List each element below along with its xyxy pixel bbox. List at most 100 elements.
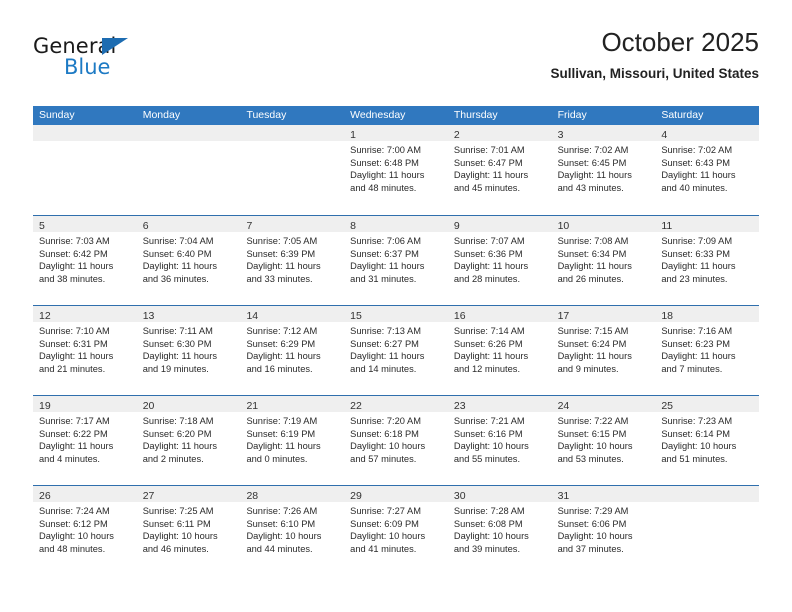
daylight-text: Daylight: 11 hours and 19 minutes. xyxy=(142,351,217,374)
day-number-band: 17 xyxy=(551,306,656,322)
day-number-band: 7 xyxy=(240,216,345,232)
day-cell[interactable]: 1 Sunrise: 7:00 AM Sunset: 6:48 PM Daylight… xyxy=(344,125,448,215)
weekday-header-sunday: Sunday xyxy=(39,109,75,121)
day-number-band: 26 xyxy=(33,486,137,502)
day-number: 22 xyxy=(350,400,362,412)
day-details: Sunrise: 7:06 AM Sunset: 6:37 PM Daylight:… xyxy=(344,232,448,285)
day-number: 11 xyxy=(661,220,673,232)
day-details: Sunrise: 7:24 AM Sunset: 6:12 PM Daylight:… xyxy=(33,502,137,555)
daylight-text: Daylight: 10 hours and 53 minutes. xyxy=(557,441,633,464)
sunset-text: Sunset: 6:18 PM xyxy=(350,428,419,439)
day-cell[interactable]: 29 Sunrise: 7:27 AM Sunset: 6:09 PM Dayligh… xyxy=(344,486,448,575)
weekday-header-row: Sunday Monday Tuesday Wednesday Thursday Frid… xyxy=(33,106,759,125)
day-cell[interactable]: 2 Sunrise: 7:01 AM Sunset: 6:47 PM Daylight… xyxy=(447,125,552,215)
daylight-text: Daylight: 11 hours and 21 minutes. xyxy=(39,351,114,374)
sunrise-text: Sunrise: 7:18 AM xyxy=(142,416,214,426)
day-number: 3 xyxy=(557,129,564,141)
day-number: 8 xyxy=(350,220,356,232)
day-number-band: 22 xyxy=(344,396,448,412)
day-number-band: 4 xyxy=(655,125,760,141)
day-cell[interactable]: 24 Sunrise: 7:22 AM Sunset: 6:15 PM Dayligh… xyxy=(551,396,656,485)
day-number: 13 xyxy=(142,310,155,322)
daylight-text: Daylight: 11 hours and 2 minutes. xyxy=(142,441,217,464)
day-number: 18 xyxy=(661,310,673,322)
daylight-text: Daylight: 10 hours and 44 minutes. xyxy=(246,531,322,554)
sunset-text: Sunset: 6:06 PM xyxy=(557,518,627,529)
day-cell[interactable]: 28 Sunrise: 7:26 AM Sunset: 6:10 PM Dayligh… xyxy=(240,486,345,575)
day-cell[interactable]: 15 Sunrise: 7:13 AM Sunset: 6:27 PM Dayligh… xyxy=(344,306,448,395)
day-cell[interactable]: 10 Sunrise: 7:08 AM Sunset: 6:34 PM Dayligh… xyxy=(551,216,656,305)
daylight-text: Daylight: 11 hours and 31 minutes. xyxy=(350,261,425,284)
day-cell[interactable]: 4 Sunrise: 7:02 AM Sunset: 6:43 PM Daylight… xyxy=(655,125,760,215)
day-cell[interactable]: 20 Sunrise: 7:18 AM Sunset: 6:20 PM Dayligh… xyxy=(136,396,241,485)
day-number-band: 16 xyxy=(447,306,552,322)
day-number-band: 18 xyxy=(655,306,760,322)
day-details: Sunrise: 7:08 AM Sunset: 6:34 PM Daylight:… xyxy=(552,232,656,285)
day-number: 7 xyxy=(246,220,253,232)
day-number-band: 15 xyxy=(344,306,448,322)
sunrise-text: Sunrise: 7:10 AM xyxy=(39,326,110,336)
day-cell[interactable]: 3 Sunrise: 7:02 AM Sunset: 6:45 PM Daylight… xyxy=(551,125,656,215)
sunrise-text: Sunrise: 7:05 AM xyxy=(246,236,318,246)
daylight-text: Daylight: 11 hours and 40 minutes. xyxy=(661,170,736,193)
daylight-text: Daylight: 11 hours and 33 minutes. xyxy=(246,261,321,284)
day-details: Sunrise: 7:01 AM Sunset: 6:47 PM Daylight:… xyxy=(448,141,552,194)
daylight-text: Daylight: 10 hours and 41 minutes. xyxy=(350,531,426,554)
sunset-text: Sunset: 6:39 PM xyxy=(246,248,316,259)
daylight-text: Daylight: 11 hours and 14 minutes. xyxy=(350,351,425,374)
day-cell[interactable]: 19 Sunrise: 7:17 AM Sunset: 6:22 PM Dayligh… xyxy=(33,396,137,485)
day-cell[interactable]: 9 Sunrise: 7:07 AM Sunset: 6:36 PM Daylight… xyxy=(447,216,552,305)
day-cell[interactable]: 16 Sunrise: 7:14 AM Sunset: 6:26 PM Dayligh… xyxy=(447,306,552,395)
sunrise-text: Sunrise: 7:26 AM xyxy=(246,506,318,516)
day-details: Sunrise: 7:23 AM Sunset: 6:14 PM Daylight:… xyxy=(655,412,759,465)
sunrise-text: Sunrise: 7:02 AM xyxy=(557,145,629,155)
day-cell[interactable]: 17 Sunrise: 7:15 AM Sunset: 6:24 PM Dayligh… xyxy=(551,306,656,395)
day-number: 21 xyxy=(246,400,259,412)
day-cell[interactable]: 12 Sunrise: 7:10 AM Sunset: 6:31 PM Dayligh… xyxy=(33,306,137,395)
sunset-text: Sunset: 6:45 PM xyxy=(557,157,627,168)
day-number-band: 3 xyxy=(551,125,656,141)
day-number: 15 xyxy=(350,310,362,322)
day-cell[interactable]: 14 Sunrise: 7:12 AM Sunset: 6:29 PM Dayligh… xyxy=(240,306,345,395)
day-number-band: 20 xyxy=(136,396,241,412)
day-number-band: 29 xyxy=(344,486,448,502)
day-cell[interactable]: 8 Sunrise: 7:06 AM Sunset: 6:37 PM Daylight… xyxy=(344,216,448,305)
day-cell[interactable]: 18 Sunrise: 7:16 AM Sunset: 6:23 PM Dayligh… xyxy=(655,306,760,395)
sunrise-text: Sunrise: 7:19 AM xyxy=(246,416,318,426)
day-details: Sunrise: 7:14 AM Sunset: 6:26 PM Daylight:… xyxy=(448,322,552,375)
day-cell[interactable]: 5 Sunrise: 7:03 AM Sunset: 6:42 PM Daylight… xyxy=(33,216,137,305)
day-cell[interactable]: 21 Sunrise: 7:19 AM Sunset: 6:19 PM Dayligh… xyxy=(240,396,345,485)
weekday-header-friday: Friday xyxy=(557,109,587,121)
sunset-text: Sunset: 6:26 PM xyxy=(453,338,523,349)
sunset-text: Sunset: 6:31 PM xyxy=(39,338,108,349)
calendar-week-row: 5 Sunrise: 7:03 AM Sunset: 6:42 PM Daylight… xyxy=(33,215,760,305)
general-blue-logo[interactable]: General Blue xyxy=(33,34,233,90)
day-cell[interactable]: 7 Sunrise: 7:05 AM Sunset: 6:39 PM Daylight… xyxy=(240,216,345,305)
day-cell[interactable]: 26 Sunrise: 7:24 AM Sunset: 6:12 PM Dayligh… xyxy=(33,486,137,575)
day-number: 20 xyxy=(142,400,155,412)
day-number-band: 13 xyxy=(136,306,241,322)
day-cell[interactable]: 6 Sunrise: 7:04 AM Sunset: 6:40 PM Daylight… xyxy=(136,216,241,305)
day-cell[interactable]: 30 Sunrise: 7:28 AM Sunset: 6:08 PM Dayligh… xyxy=(447,486,552,575)
day-cell[interactable]: 13 Sunrise: 7:11 AM Sunset: 6:30 PM Dayligh… xyxy=(136,306,241,395)
sunset-text: Sunset: 6:14 PM xyxy=(661,428,731,439)
daylight-text: Daylight: 11 hours and 23 minutes. xyxy=(661,261,736,284)
day-cell[interactable]: 11 Sunrise: 7:09 AM Sunset: 6:33 PM Dayligh… xyxy=(655,216,760,305)
sunrise-text: Sunrise: 7:09 AM xyxy=(661,236,733,246)
day-number: 19 xyxy=(39,400,51,412)
day-cell[interactable]: 27 Sunrise: 7:25 AM Sunset: 6:11 PM Dayligh… xyxy=(136,486,241,575)
day-cell[interactable]: 31 Sunrise: 7:29 AM Sunset: 6:06 PM Dayligh… xyxy=(551,486,656,575)
sunset-text: Sunset: 6:47 PM xyxy=(453,157,523,168)
sunrise-text: Sunrise: 7:25 AM xyxy=(142,506,214,516)
page-title: October 2025 xyxy=(601,27,759,57)
sunrise-text: Sunrise: 7:15 AM xyxy=(557,326,629,336)
day-cell[interactable]: 25 Sunrise: 7:23 AM Sunset: 6:14 PM Dayligh… xyxy=(655,396,760,485)
day-details: Sunrise: 7:13 AM Sunset: 6:27 PM Daylight:… xyxy=(344,322,448,375)
day-number: 1 xyxy=(350,129,356,141)
day-cell[interactable]: 22 Sunrise: 7:20 AM Sunset: 6:18 PM Dayligh… xyxy=(344,396,448,485)
day-number-band xyxy=(136,125,241,141)
day-cell[interactable]: 23 Sunrise: 7:21 AM Sunset: 6:16 PM Dayligh… xyxy=(447,396,552,485)
day-details: Sunrise: 7:04 AM Sunset: 6:40 PM Daylight:… xyxy=(137,232,241,285)
page-subtitle-location: Sullivan, Missouri, United States xyxy=(550,66,759,81)
day-number-band: 8 xyxy=(344,216,448,232)
